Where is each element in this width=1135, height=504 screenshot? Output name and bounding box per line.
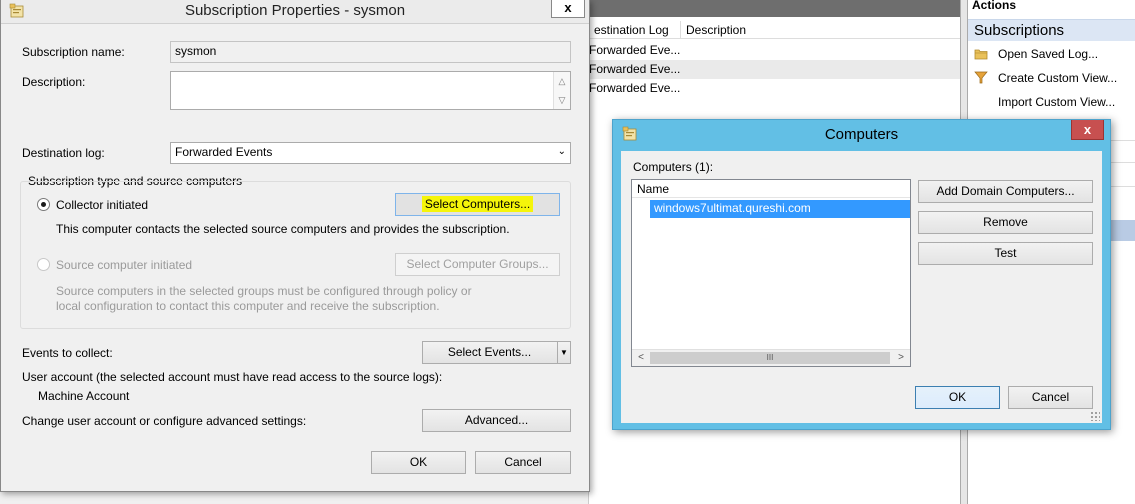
column-header-name[interactable]: Name — [632, 180, 910, 198]
action-import-custom-view[interactable]: Import Custom View... — [968, 92, 1135, 112]
collector-description: This computer contacts the selected sour… — [56, 222, 510, 236]
user-account-value: Machine Account — [38, 389, 130, 403]
action-label: Create Custom View... — [998, 71, 1118, 85]
add-domain-computers-button[interactable]: Add Domain Computers... — [918, 180, 1093, 203]
events-to-collect-label: Events to collect: — [22, 346, 113, 360]
dropdown-arrow-icon[interactable]: ▼ — [557, 342, 570, 363]
close-button[interactable]: x — [551, 0, 585, 18]
close-button[interactable]: x — [1071, 120, 1104, 140]
source-description-line1: Source computers in the selected groups … — [56, 284, 472, 298]
resize-grip[interactable] — [1090, 411, 1100, 421]
list-row-destination: Forwarded Eve... — [589, 62, 681, 76]
close-icon: x — [1083, 122, 1092, 137]
select-events-label: Select Events... — [447, 345, 532, 359]
subscription-name-field[interactable]: sysmon — [170, 41, 571, 63]
advanced-button[interactable]: Advanced... — [422, 409, 571, 432]
destination-log-label: Destination log: — [22, 146, 105, 160]
list-row[interactable]: Forwarded Eve... — [589, 79, 961, 98]
computers-dialog: Computers x Computers (1): Name windows7… — [612, 119, 1111, 430]
actions-section-subscriptions[interactable]: Subscriptions — [968, 19, 1135, 41]
destination-log-select[interactable]: Forwarded Events ⌄ — [170, 142, 571, 164]
chevron-down-icon: ⌄ — [557, 146, 566, 157]
cancel-button[interactable]: Cancel — [1008, 386, 1093, 409]
subscription-properties-window: Subscription Properties - sysmon x Subsc… — [0, 0, 590, 492]
select-computers-label: Select Computers... — [421, 196, 534, 212]
filter-icon — [974, 71, 988, 84]
close-icon: x — [564, 0, 572, 15]
ok-button[interactable]: OK — [915, 386, 1000, 409]
dialog-client-area: Computers (1): Name windows7ultimat.qure… — [621, 151, 1102, 423]
column-header-description[interactable]: Description — [681, 21, 961, 39]
scroll-down-icon[interactable]: ▽ — [556, 93, 568, 107]
action-label: Open Saved Log... — [998, 47, 1099, 61]
action-open-saved-log[interactable]: Open Saved Log... — [968, 44, 1135, 64]
scroll-left-icon[interactable]: < — [633, 351, 649, 365]
source-initiated-label[interactable]: Source computer initiated — [56, 258, 192, 272]
list-item[interactable]: windows7ultimat.qureshi.com — [650, 200, 910, 218]
description-scrollbar[interactable]: △ ▽ — [553, 72, 570, 109]
subscription-name-label: Subscription name: — [22, 45, 125, 59]
computers-count-label: Computers (1): — [633, 160, 714, 174]
remove-button[interactable]: Remove — [918, 211, 1093, 234]
window-title: Subscription Properties - sysmon — [184, 2, 406, 19]
dialog-title: Computers — [824, 126, 899, 143]
title-bar[interactable]: Subscription Properties - sysmon — [1, 0, 589, 24]
description-field[interactable] — [170, 71, 571, 110]
select-computer-groups-button[interactable]: Select Computer Groups... — [395, 253, 560, 276]
list-row-destination: Forwarded Eve... — [589, 81, 681, 95]
action-create-custom-view[interactable]: Create Custom View... — [968, 68, 1135, 88]
list-row-destination: Forwarded Eve... — [589, 43, 681, 57]
description-label: Description: — [22, 75, 86, 89]
scroll-thumb[interactable]: III — [650, 352, 890, 364]
folder-icon — [974, 49, 988, 60]
cancel-button[interactable]: Cancel — [475, 451, 571, 474]
collector-initiated-radio[interactable] — [37, 198, 50, 211]
computers-list[interactable]: Name windows7ultimat.qureshi.com < III > — [631, 179, 911, 367]
source-initiated-radio[interactable] — [37, 258, 50, 271]
scroll-right-icon[interactable]: > — [893, 351, 909, 365]
column-header-destination-log[interactable]: estination Log — [589, 21, 681, 39]
advanced-settings-label: Change user account or configure advance… — [22, 414, 307, 428]
collector-initiated-label[interactable]: Collector initiated — [56, 198, 148, 212]
test-button[interactable]: Test — [918, 242, 1093, 265]
list-row[interactable]: Forwarded Eve... — [589, 41, 961, 60]
user-account-label: User account (the selected account must … — [22, 370, 443, 384]
select-events-button[interactable]: Select Events... ▼ — [422, 341, 571, 364]
select-computers-button[interactable]: Select Computers... — [395, 193, 560, 216]
list-row[interactable]: Forwarded Eve... — [589, 60, 961, 79]
action-label: Import Custom View... — [998, 95, 1116, 109]
destination-log-value: Forwarded Events — [175, 145, 273, 159]
source-description-line2: local configuration to contact this comp… — [56, 299, 440, 313]
actions-pane-title: Actions — [972, 0, 1017, 12]
horizontal-scrollbar[interactable]: < III > — [632, 349, 910, 366]
ok-button[interactable]: OK — [371, 451, 466, 474]
console-toolbar-strip — [588, 0, 960, 17]
scroll-up-icon[interactable]: △ — [556, 74, 568, 88]
